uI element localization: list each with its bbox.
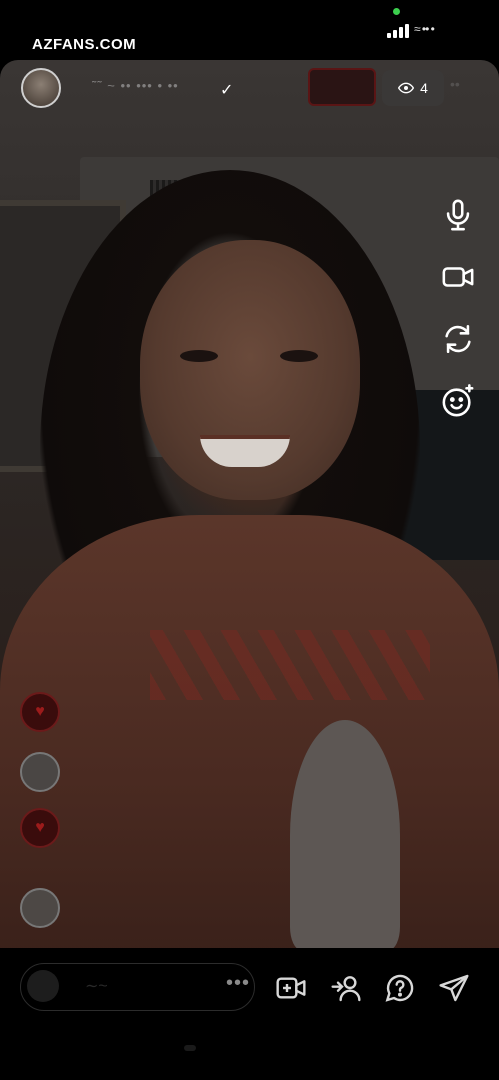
shirt-print	[150, 630, 430, 700]
close-button[interactable]: ••	[450, 76, 480, 100]
comment-input[interactable]: ∼~ •••	[20, 963, 255, 1011]
comment-avatar-2[interactable]	[20, 752, 60, 792]
more-options-button[interactable]: •••	[226, 972, 250, 995]
viewer-count: 4	[420, 80, 428, 96]
live-video-feed[interactable]	[0, 60, 499, 948]
video-toggle-button[interactable]	[438, 257, 478, 297]
add-video-icon	[276, 977, 306, 999]
host-avatar[interactable]	[21, 68, 61, 108]
comment-avatar-1[interactable]: ♥	[20, 692, 60, 732]
right-eye	[280, 350, 318, 362]
effects-button[interactable]	[438, 381, 478, 421]
send-icon	[439, 974, 469, 1002]
side-toolbar	[438, 195, 480, 425]
effects-face-icon	[442, 384, 474, 417]
flip-camera-button[interactable]	[438, 319, 478, 359]
eye-icon	[398, 82, 415, 94]
comment-placeholder: ∼~	[85, 978, 108, 995]
share-button[interactable]	[436, 970, 472, 1006]
smile	[200, 435, 290, 467]
status-indicators: ≈ •• •	[414, 22, 435, 36]
comment-avatar-3[interactable]: ♥	[20, 808, 60, 848]
comment-avatar-4[interactable]	[20, 888, 60, 928]
host-username[interactable]: ˜˜ ~ •• ••• • ••	[92, 78, 232, 100]
viewer-count-pill[interactable]: 4	[382, 70, 444, 106]
status-bar: AZFANS.COM ≈ •• •	[0, 0, 499, 60]
invite-guest-button[interactable]	[328, 970, 364, 1006]
camera-indicator-dot	[393, 8, 400, 15]
question-icon	[385, 974, 414, 1002]
microphone-button[interactable]	[438, 195, 478, 235]
heart-icon: ♥	[35, 703, 45, 720]
user-avatar	[27, 970, 59, 1002]
person-face	[140, 240, 360, 500]
live-badge	[308, 68, 376, 106]
signal-icon	[387, 22, 409, 38]
add-video-button[interactable]	[273, 970, 309, 1006]
shirt-graphic	[290, 720, 400, 948]
verified-check-icon: ✓	[220, 82, 234, 99]
invite-guest-icon	[331, 976, 361, 1002]
home-indicator	[184, 1045, 196, 1051]
questions-button[interactable]	[382, 970, 418, 1006]
video-camera-icon	[442, 267, 474, 287]
person-shirt	[0, 515, 499, 948]
watermark-text: AZFANS.COM	[32, 36, 137, 53]
microphone-icon	[446, 199, 470, 231]
flip-camera-icon	[445, 324, 471, 354]
left-eye	[180, 350, 218, 362]
heart-icon: ♥	[35, 819, 45, 836]
